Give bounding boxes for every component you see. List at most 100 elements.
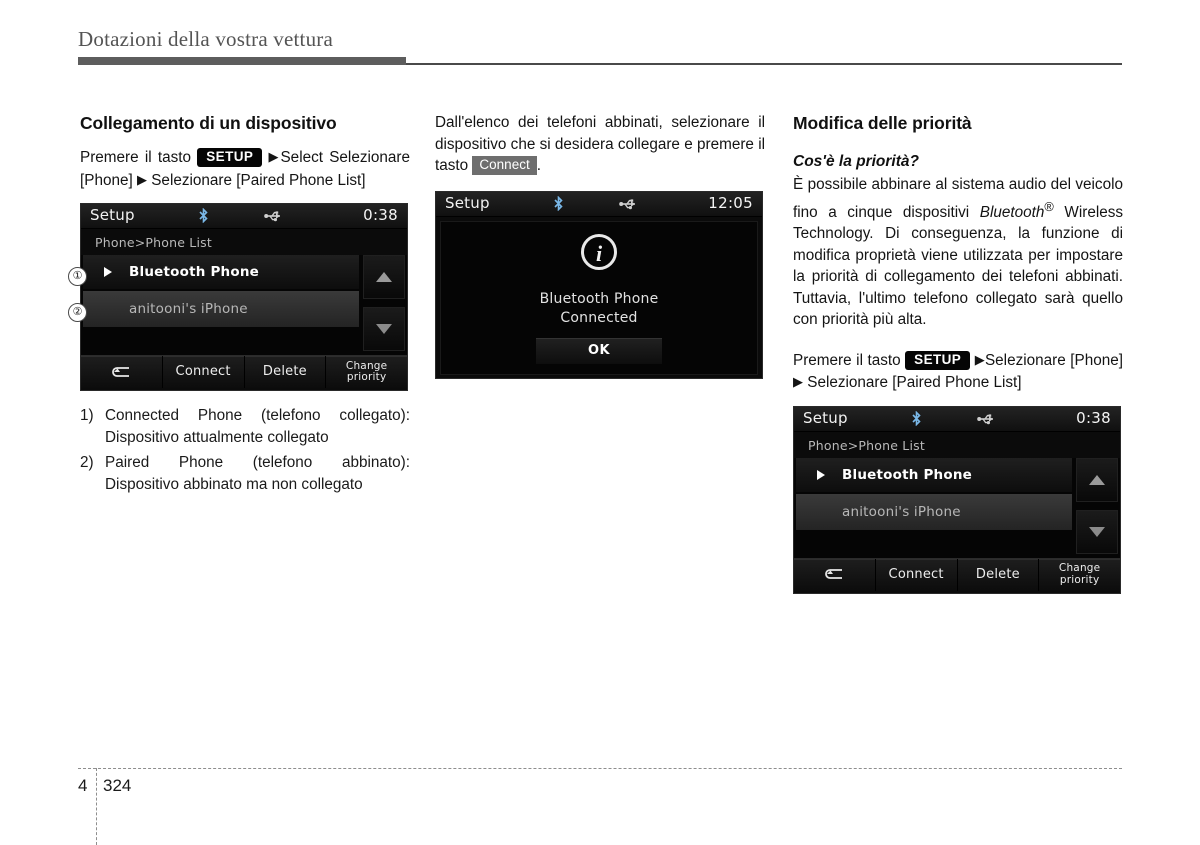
- footer-page-number: 324: [103, 776, 132, 795]
- triangle-up-icon: [376, 272, 392, 282]
- status-clock: 12:05: [708, 193, 753, 212]
- usb-icon: [976, 411, 997, 430]
- list-marker: 1): [80, 407, 94, 424]
- scrollbar[interactable]: [1076, 457, 1118, 562]
- instruction-text-select: Select: [280, 149, 323, 166]
- ok-button[interactable]: OK: [536, 337, 662, 364]
- key-setup-badge[interactable]: SETUP: [197, 148, 263, 167]
- status-bar: Setup 12:05: [436, 191, 762, 217]
- change-priority-label: Change priority: [346, 360, 387, 384]
- paragraph-priority-explanation: È possibile abbinare al sistema audio de…: [793, 174, 1123, 331]
- head-unit-screen-connected-popup: Setup 12:05 i Bluetooth Phone Connected …: [435, 190, 763, 379]
- footer-chapter-number: 4: [78, 776, 88, 795]
- instruction-change-priority: Premere il tasto SETUP ▶ Selezionare [Pho…: [793, 349, 1123, 394]
- list-item-paired-phone[interactable]: anitooni's iPhone: [83, 291, 359, 327]
- triangle-up-icon: [1089, 474, 1105, 485]
- phone-list: Bluetooth Phone anitooni's iPhone: [81, 255, 361, 355]
- callout-number-1: ①: [68, 267, 87, 286]
- instruction-text-paired-list: Selezionare [Paired Phone List]: [151, 171, 366, 189]
- delete-button[interactable]: Delete: [244, 356, 327, 388]
- instruction-text-pre: Premere il tasto: [793, 351, 901, 369]
- list-text: Paired Phone (telefono abbinato): Dispos…: [105, 454, 410, 493]
- list-item-paired-phone[interactable]: anitooni's iPhone: [796, 493, 1072, 530]
- info-icon: i: [581, 233, 617, 270]
- status-bar: Setup 0:38: [794, 406, 1120, 432]
- arrow-icon-2: ▶: [793, 374, 803, 390]
- usb-icon: [618, 196, 639, 215]
- delete-button[interactable]: Delete: [957, 558, 1040, 591]
- instruction-text-pre: Premere il tasto: [80, 149, 192, 166]
- screenshot-phone-list-2-wrapper: Setup 0:38 Phone>Phone List Bluetooth Ph…: [793, 405, 1123, 594]
- scroll-up-button[interactable]: [363, 255, 405, 299]
- section-title-connect-device: Collegamento di un dispositivo: [80, 113, 337, 133]
- list-text: Connected Phone (telefono collegato): Di…: [105, 407, 410, 446]
- popup-message-line1: Bluetooth Phone: [539, 290, 659, 307]
- scroll-down-button[interactable]: [363, 307, 405, 351]
- instruction-connect-device: Premere il tasto SETUP ▶ Select Seleziona…: [80, 146, 410, 191]
- popup-message: Bluetooth Phone Connected: [441, 290, 757, 328]
- list-item-connected-phone[interactable]: Bluetooth Phone: [796, 457, 1072, 492]
- list-empty-space: [83, 329, 359, 355]
- head-unit-screen-phone-list-2: Setup 0:38 Phone>Phone List Bluetooth Ph…: [793, 405, 1121, 594]
- connect-button[interactable]: Connect: [875, 558, 958, 591]
- arrow-icon-2: ▶: [136, 171, 147, 187]
- callout-number-2: ②: [68, 303, 87, 322]
- usb-icon: [263, 208, 284, 227]
- bluetooth-icon: [553, 195, 564, 215]
- page-header: Dotazioni della vostra vettura: [78, 26, 1122, 66]
- column-left: Collegamento di un dispositivo Premere i…: [68, 112, 410, 499]
- scroll-up-button[interactable]: [1076, 457, 1118, 502]
- paragraph-text-post: .: [536, 157, 541, 174]
- back-button[interactable]: [794, 558, 876, 591]
- scrollbar[interactable]: [363, 255, 405, 359]
- scroll-down-button[interactable]: [1076, 509, 1118, 554]
- popup-dialog: i Bluetooth Phone Connected OK: [440, 220, 758, 375]
- play-triangle-icon: [817, 469, 825, 480]
- column-middle: Dall'elenco dei telefoni abbinati, selez…: [435, 112, 765, 379]
- screen-body: Bluetooth Phone anitooni's iPhone: [81, 255, 407, 355]
- list-item: 2) Paired Phone (telefono abbinato): Dis…: [80, 452, 410, 495]
- list-item-label: Bluetooth Phone: [842, 466, 972, 483]
- paragraph-select-device: Dall'elenco dei telefoni abbinati, selez…: [435, 112, 765, 177]
- status-clock: 0:38: [1076, 408, 1111, 427]
- bluetooth-icon: [911, 410, 922, 430]
- subsection-title-what-is-priority: Cos'è la priorità?: [793, 153, 919, 170]
- key-setup-badge[interactable]: SETUP: [905, 350, 971, 370]
- back-button[interactable]: [81, 356, 163, 388]
- bluetooth-icon: [198, 207, 209, 227]
- play-triangle-icon: [104, 267, 112, 277]
- screen-breadcrumb: Phone>Phone List: [794, 431, 1120, 458]
- instruction-text-paired-list: Selezionare [Paired Phone List]: [807, 374, 1022, 392]
- change-priority-button[interactable]: Change priority: [1039, 558, 1120, 591]
- key-connect-badge[interactable]: Connect: [472, 156, 537, 175]
- list-item-label: anitooni's iPhone: [842, 503, 961, 520]
- list-item-label: anitooni's iPhone: [129, 301, 248, 317]
- list-empty-space: [796, 532, 1072, 558]
- section-title-change-priority: Modifica delle priorità: [793, 113, 972, 133]
- change-priority-label: Change priority: [1059, 562, 1100, 586]
- status-bar: Setup 0:38: [81, 204, 407, 229]
- list-item-connected-phone[interactable]: Bluetooth Phone: [83, 255, 359, 289]
- screen-body: Bluetooth Phone anitooni's iPhone: [794, 457, 1120, 558]
- triangle-down-icon: [1089, 526, 1105, 537]
- footer-horizontal-rule: [78, 768, 1122, 769]
- header-rule-thick: [78, 57, 406, 65]
- change-priority-line2: priority: [1059, 573, 1100, 586]
- header-rule: [78, 57, 1122, 66]
- bluetooth-trademark-text: Bluetooth: [979, 203, 1045, 221]
- page-title: Dotazioni della vostra vettura: [78, 27, 333, 51]
- connect-button[interactable]: Connect: [162, 356, 245, 388]
- column-right: Modifica delle priorità Cos'è la priorit…: [793, 112, 1123, 594]
- screen-toolbar: Connect Delete Change priority: [794, 557, 1120, 591]
- screen-breadcrumb: Phone>Phone List: [81, 229, 407, 255]
- change-priority-button[interactable]: Change priority: [326, 356, 407, 388]
- screenshot-connected-popup-wrapper: Setup 12:05 i Bluetooth Phone Connected …: [435, 190, 765, 379]
- status-title: Setup: [90, 206, 135, 224]
- popup-message-line2: Connected: [560, 309, 638, 326]
- head-unit-screen-phone-list: Setup 0:38 Phone>Phone List Bluetooth Ph…: [80, 203, 408, 391]
- change-priority-line2: priority: [346, 371, 387, 383]
- instruction-text-phone: Selezionare [Phone]: [984, 351, 1124, 369]
- screen-toolbar: Connect Delete Change priority: [81, 355, 407, 388]
- status-clock: 0:38: [363, 206, 398, 224]
- triangle-down-icon: [376, 324, 392, 334]
